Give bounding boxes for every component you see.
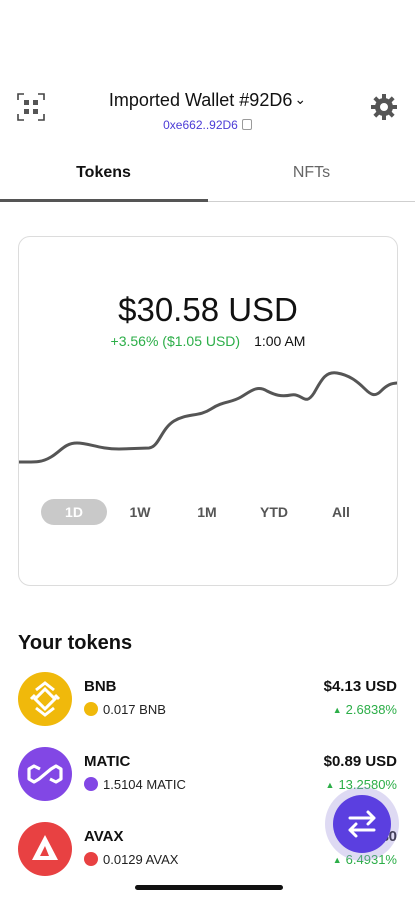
bnb-icon <box>18 672 72 726</box>
portfolio-line <box>19 371 397 464</box>
token-usd-value: $0.89 USD <box>323 753 397 770</box>
tab-bar: Tokens NFTs <box>0 152 415 202</box>
wallet-address[interactable]: 0xe662..92D6 <box>0 118 415 132</box>
address-text: 0xe662..92D6 <box>163 118 238 132</box>
range-1m-button[interactable]: 1M <box>174 499 240 525</box>
token-amount: 0.017 BNB <box>103 702 166 717</box>
tab-tokens[interactable]: Tokens <box>0 164 207 182</box>
active-tab-indicator <box>0 199 208 202</box>
token-change: 6.4931% <box>345 852 397 867</box>
portfolio-balance: $30.58 USD <box>118 291 298 328</box>
token-name: BNB <box>84 678 117 695</box>
token-name: MATIC <box>84 753 131 770</box>
token-change: 13.2580% <box>338 777 397 792</box>
token-amount-row: 0.0129 AVAX <box>84 852 178 867</box>
matic-icon <box>84 777 98 791</box>
copy-icon[interactable] <box>241 119 252 130</box>
avax-icon <box>84 852 98 866</box>
time-range-selector: 1D 1W 1M YTD All <box>19 499 397 527</box>
swap-button[interactable] <box>333 795 391 853</box>
token-change: 2.6838% <box>345 702 397 717</box>
range-1w-button[interactable]: 1W <box>107 499 173 525</box>
avax-icon <box>18 822 72 876</box>
wallet-name: Imported Wallet #92D6 <box>108 90 293 110</box>
home-indicator <box>135 885 283 890</box>
matic-icon <box>18 747 72 801</box>
token-change-row: ▲ 13.2580% <box>326 777 397 792</box>
wallet-header: Imported Wallet #92D6 ⌄ 0xe662..92D6 <box>0 80 415 140</box>
range-all-button[interactable]: All <box>308 499 374 525</box>
gear-icon[interactable] <box>369 92 399 122</box>
token-name: AVAX <box>84 828 124 845</box>
portfolio-time: 1:00 AM <box>254 333 306 349</box>
token-amount-row: 1.5104 MATIC <box>84 777 186 792</box>
tab-nfts[interactable]: NFTs <box>208 164 415 182</box>
wallet-selector[interactable]: Imported Wallet #92D6 ⌄ <box>0 90 415 111</box>
token-change-row: ▲ 2.6838% <box>333 702 397 717</box>
triangle-up-icon: ▲ <box>325 780 335 790</box>
token-amount: 1.5104 MATIC <box>103 777 186 792</box>
triangle-up-icon: ▲ <box>332 855 342 865</box>
your-tokens-heading: Your tokens <box>18 632 133 654</box>
portfolio-change-row: +3.56% ($1.05 USD) 1:00 AM <box>19 333 397 349</box>
triangle-up-icon: ▲ <box>332 705 342 715</box>
portfolio-line-chart[interactable] <box>19 367 398 477</box>
token-row-bnb[interactable]: BNB 0.017 BNB $4.13 USD ▲ 2.6838% <box>0 670 415 730</box>
token-amount-row: 0.017 BNB <box>84 702 166 717</box>
token-usd-value: $4.13 USD <box>323 678 397 695</box>
bnb-icon <box>84 702 98 716</box>
swap-arrows-icon <box>348 810 376 838</box>
portfolio-change: +3.56% ($1.05 USD) <box>110 333 241 349</box>
range-1d-button[interactable]: 1D <box>41 499 107 525</box>
range-ytd-button[interactable]: YTD <box>241 499 307 525</box>
chevron-down-icon: ⌄ <box>294 91 307 107</box>
token-change-row: ▲ 6.4931% <box>333 852 397 867</box>
token-amount: 0.0129 AVAX <box>103 852 179 867</box>
portfolio-chart-card: $30.58 USD +3.56% ($1.05 USD) 1:00 AM 1D … <box>18 236 398 586</box>
